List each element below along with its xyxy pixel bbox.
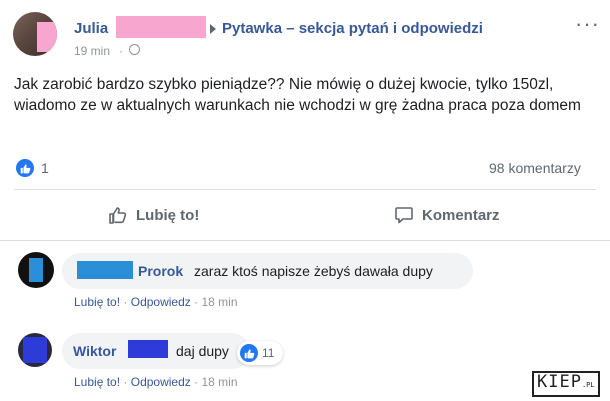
like-button-label: Lubię to!: [136, 206, 200, 224]
author-avatar[interactable]: [13, 12, 57, 56]
separator-dot: ·: [123, 295, 131, 309]
comment-button-label: Komentarz: [422, 206, 500, 224]
divider: [14, 189, 596, 190]
comment-reply-link[interactable]: Odpowiedz: [131, 295, 191, 309]
censor-block: [116, 16, 206, 38]
site-watermark: KIEP.PL: [532, 371, 600, 397]
comment-time[interactable]: 18 min: [201, 375, 237, 389]
comment-text: zaraz ktoś napisze żebyś dawała dupy: [194, 263, 433, 279]
comment-bubble: Prorok zaraz ktoś napisze żebyś dawała d…: [62, 253, 473, 289]
watermark-suffix: .PL: [581, 381, 595, 389]
author-name[interactable]: Julia: [74, 20, 108, 37]
globe-icon: [129, 44, 140, 55]
watermark-main: KIEP: [537, 372, 582, 392]
comment-time[interactable]: 18 min: [201, 295, 237, 309]
like-button[interactable]: Lubię to!: [108, 205, 199, 225]
comment-like-link[interactable]: Lubię to!: [74, 295, 120, 309]
reactions-count[interactable]: 1: [41, 160, 49, 176]
commenter-avatar[interactable]: [18, 252, 54, 288]
more-icon[interactable]: ···: [575, 13, 600, 35]
divider: [0, 240, 610, 241]
comment-meta: Lubię to! · Odpowiedz · 18 min: [74, 295, 238, 309]
comment-text: daj dupy: [176, 343, 229, 359]
comment-icon: [395, 207, 413, 224]
separator-dot: ·: [123, 375, 131, 389]
like-reaction-icon[interactable]: [16, 159, 34, 177]
post-text: Jak zarobić bardzo szybko pieniądze?? Ni…: [14, 76, 581, 114]
comment-author[interactable]: Prorok: [138, 262, 183, 280]
separator-dot: ·: [119, 44, 123, 58]
group-name[interactable]: Pytawka – sekcja pytań i odpowiedzi: [222, 20, 483, 37]
commenter-avatar[interactable]: [18, 333, 52, 367]
comments-count[interactable]: 98 komentarzy: [489, 160, 581, 176]
thumbs-up-icon: [109, 207, 127, 224]
censor-block: [77, 261, 133, 279]
comment-author[interactable]: Wiktor: [73, 342, 116, 360]
censor-block: [128, 340, 168, 358]
comment-button[interactable]: Komentarz: [394, 205, 500, 225]
censor-block: [37, 22, 57, 52]
like-reaction-icon: [240, 344, 258, 362]
censor-block: [29, 258, 43, 282]
post-time[interactable]: 19 min: [74, 44, 110, 58]
comment-reactions-count: 11: [262, 346, 275, 360]
comment-reply-link[interactable]: Odpowiedz: [131, 375, 191, 389]
comment-like-link[interactable]: Lubię to!: [74, 375, 120, 389]
comment-bubble: Wiktor daj dupy: [62, 333, 250, 369]
comment-meta: Lubię to! · Odpowiedz · 18 min: [74, 375, 238, 389]
arrow-right-icon: [210, 24, 216, 34]
censor-block: [23, 337, 47, 363]
